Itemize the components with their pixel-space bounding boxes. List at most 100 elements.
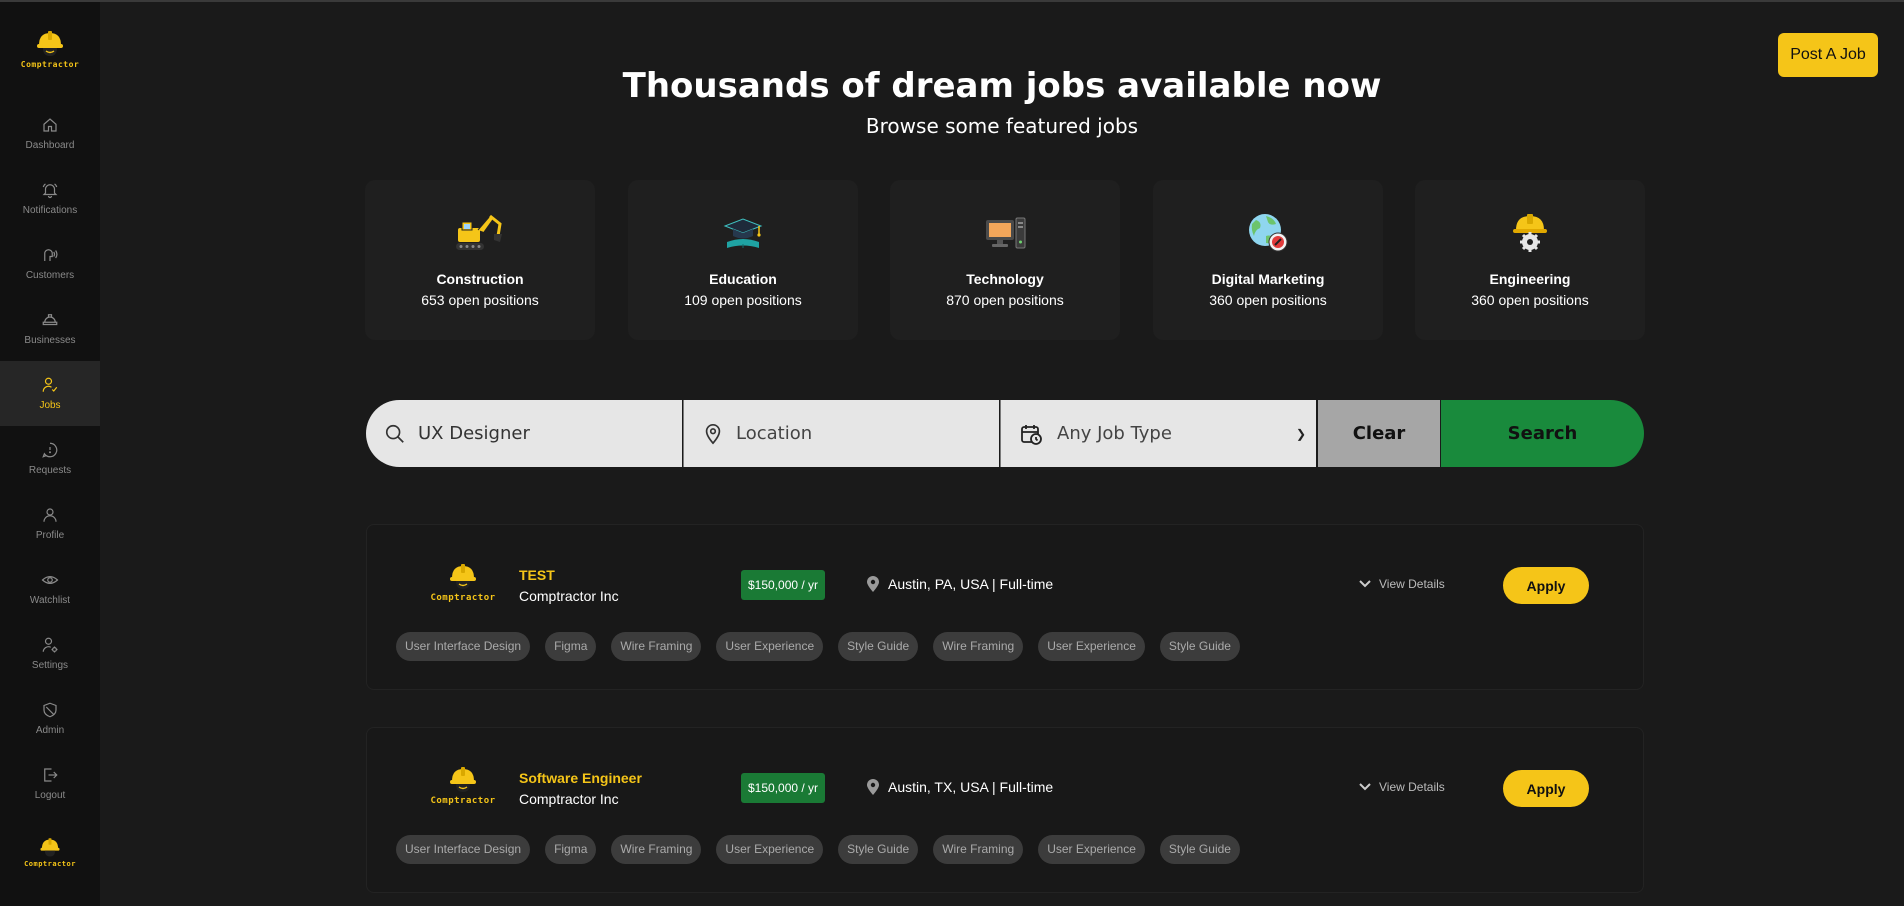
sidebar-item-logout[interactable]: Logout <box>0 751 100 816</box>
sidebar-item-watchlist[interactable]: Watchlist <box>0 556 100 621</box>
skill-tag: Wire Framing <box>611 835 702 864</box>
hardhat-icon <box>42 314 58 326</box>
category-count: 360 open positions <box>1471 292 1589 308</box>
excavator-icon <box>456 214 502 250</box>
job-title[interactable]: Software Engineer <box>519 770 642 786</box>
location-pin-icon <box>867 779 879 795</box>
hardhat-logo-icon <box>450 564 476 589</box>
salary-badge: $150,000 / yr <box>741 570 826 600</box>
graduation-cap-icon <box>723 218 763 248</box>
category-name: Digital Marketing <box>1211 271 1325 287</box>
sidebar-item-jobs[interactable]: Jobs <box>0 361 100 426</box>
page-title: Thousands of dream jobs available now <box>622 66 1382 106</box>
sidebar-item-label: Requests <box>28 465 72 476</box>
sidebar-item-profile[interactable]: Profile <box>0 491 100 556</box>
skill-tag: User Experience <box>1038 835 1145 864</box>
logo-text: Comptractor <box>24 860 76 868</box>
chevron-down-icon: ❯ <box>1295 426 1306 441</box>
skill-tag: Style Guide <box>1159 632 1240 661</box>
skill-tags: User Interface Design Figma Wire Framing… <box>396 632 1240 661</box>
category-name: Education <box>709 271 777 287</box>
computer-icon <box>986 217 1026 249</box>
globe-marketing-icon <box>1249 214 1288 252</box>
customers-icon <box>44 249 58 261</box>
location-input[interactable] <box>736 423 976 444</box>
chevron-down-icon <box>1359 783 1371 791</box>
sidebar-item-businesses[interactable]: Businesses <box>0 296 100 361</box>
sidebar-item-label: Jobs <box>39 400 61 411</box>
location-field[interactable] <box>683 400 999 467</box>
sidebar-item-label: Customers <box>25 270 75 281</box>
user-check-icon <box>42 377 58 392</box>
logo-text: Comptractor <box>430 593 496 603</box>
user-settings-icon <box>42 637 58 653</box>
app-logo-bottom: Comptractor <box>0 836 100 868</box>
company-name: Comptractor Inc <box>519 588 619 604</box>
logout-icon <box>44 768 58 782</box>
sidebar-item-label: Watchlist <box>29 595 71 606</box>
job-location-text: Austin, PA, USA | Full-time <box>888 576 1054 592</box>
user-icon <box>43 508 57 522</box>
keyword-input[interactable] <box>418 423 658 444</box>
category-card-technology[interactable]: Technology 870 open positions <box>890 180 1120 340</box>
skill-tag: User Interface Design <box>396 632 531 661</box>
sidebar: Comptractor Dashboard Notifications Cust… <box>0 2 100 906</box>
home-icon <box>43 118 57 132</box>
hardhat-logo-icon <box>450 767 476 792</box>
skill-tag: Figma <box>545 835 597 864</box>
category-name: Construction <box>436 271 524 287</box>
job-type-select[interactable]: Any Job Type ❯ <box>1000 400 1316 467</box>
search-button[interactable]: Search <box>1441 400 1644 467</box>
category-card-engineering[interactable]: Engineering 360 open positions <box>1415 180 1645 340</box>
category-card-education[interactable]: Education 109 open positions <box>628 180 858 340</box>
view-details-toggle[interactable]: View Details <box>1359 780 1445 794</box>
clear-button[interactable]: Clear <box>1318 400 1440 467</box>
category-card-digital-marketing[interactable]: Digital Marketing 360 open positions <box>1153 180 1383 340</box>
skill-tag: User Experience <box>716 835 824 864</box>
page-subtitle: Browse some featured jobs <box>865 114 1139 138</box>
skill-tag: User Experience <box>716 632 824 661</box>
sidebar-item-customers[interactable]: Customers <box>0 231 100 296</box>
skill-tag: Wire Framing <box>933 632 1024 661</box>
location-pin-icon <box>867 576 879 592</box>
sidebar-item-dashboard[interactable]: Dashboard <box>0 101 100 166</box>
category-name: Engineering <box>1489 271 1571 287</box>
job-card[interactable]: Comptractor Software Engineer Comptracto… <box>366 727 1644 893</box>
skill-tag: Style Guide <box>1159 835 1240 864</box>
engineering-hardhat-icon <box>1513 214 1547 252</box>
sidebar-item-notifications[interactable]: Notifications <box>0 166 100 231</box>
category-name: Technology <box>966 271 1044 287</box>
bell-icon <box>42 183 58 199</box>
category-card-construction[interactable]: Construction 653 open positions <box>365 180 595 340</box>
sidebar-nav: Dashboard Notifications Customers Busine… <box>0 101 100 816</box>
sidebar-item-label: Notifications <box>22 205 78 216</box>
skill-tag: User Experience <box>1038 632 1145 661</box>
sidebar-item-admin[interactable]: Admin <box>0 686 100 751</box>
job-title[interactable]: TEST <box>519 567 555 583</box>
apply-button[interactable]: Apply <box>1503 567 1589 604</box>
skill-tag: User Interface Design <box>396 835 531 864</box>
company-logo: Comptractor <box>423 764 503 806</box>
view-details-toggle[interactable]: View Details <box>1359 577 1445 591</box>
job-card[interactable]: Comptractor TEST Comptractor Inc $150,00… <box>366 524 1644 690</box>
eye-icon <box>41 576 59 584</box>
sidebar-item-label: Admin <box>35 725 65 736</box>
logo-text: Comptractor <box>20 60 80 69</box>
skill-tag: Style Guide <box>838 632 919 661</box>
apply-button[interactable]: Apply <box>1503 770 1589 807</box>
sidebar-item-label: Settings <box>31 660 69 671</box>
skill-tag: Wire Framing <box>933 835 1024 864</box>
skill-tag: Style Guide <box>838 835 919 864</box>
app-logo[interactable]: Comptractor <box>0 28 100 69</box>
sidebar-item-settings[interactable]: Settings <box>0 621 100 686</box>
chat-icon <box>42 442 58 458</box>
location-pin-icon <box>705 423 721 444</box>
category-count: 360 open positions <box>1209 292 1327 308</box>
sidebar-item-requests[interactable]: Requests <box>0 426 100 491</box>
sidebar-item-label: Dashboard <box>25 140 75 151</box>
company-logo: Comptractor <box>423 561 503 603</box>
hardhat-logo-icon <box>40 838 60 857</box>
chevron-down-icon <box>1359 580 1371 588</box>
keyword-field[interactable] <box>366 400 682 467</box>
skill-tags: User Interface Design Figma Wire Framing… <box>396 835 1240 864</box>
